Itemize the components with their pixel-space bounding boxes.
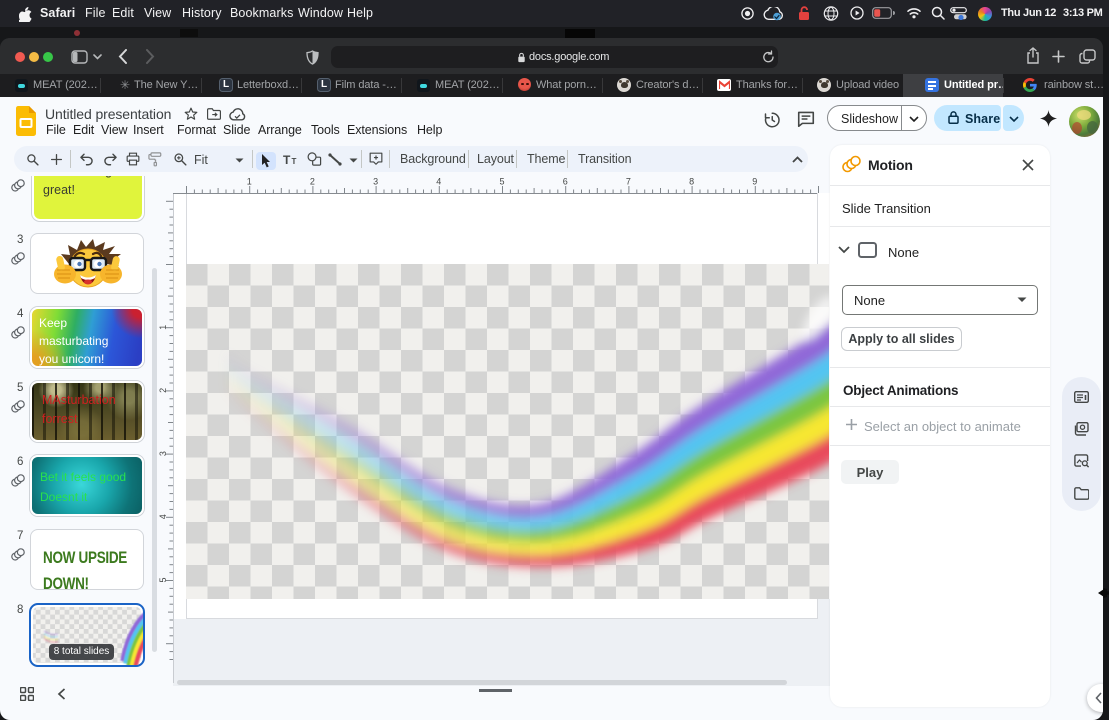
svg-text:5: 5	[499, 177, 504, 187]
svg-text:2: 2	[310, 177, 315, 187]
svg-text:9: 9	[752, 177, 757, 187]
svg-text:6: 6	[563, 177, 568, 187]
svg-text:T: T	[283, 154, 291, 165]
svg-text:T: T	[292, 157, 297, 165]
svg-text:3: 3	[373, 177, 378, 187]
svg-text:7: 7	[626, 177, 631, 187]
svg-text:4: 4	[436, 177, 441, 187]
svg-text:1: 1	[247, 177, 252, 187]
svg-text:8: 8	[689, 177, 694, 187]
